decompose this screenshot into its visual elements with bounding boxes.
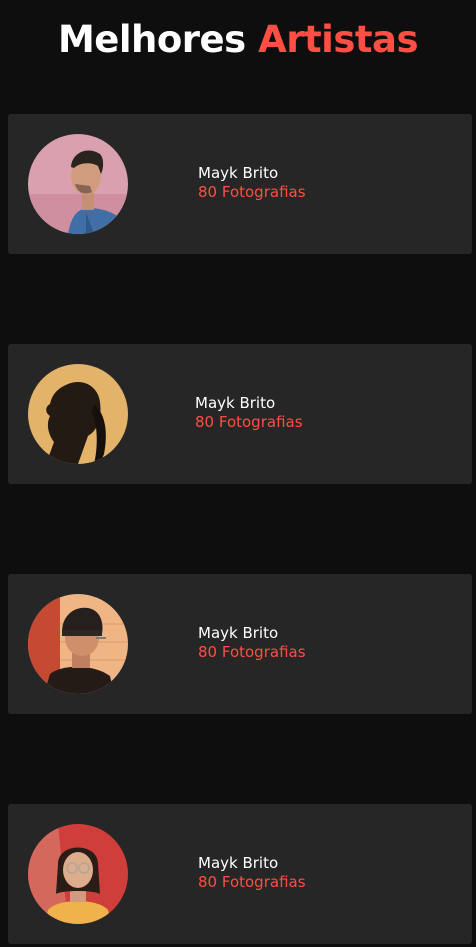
artist-avatar <box>28 824 128 924</box>
page-title: Melhores Artistas <box>0 16 476 64</box>
artist-photo-count: 80 Fotografias <box>195 413 303 431</box>
artist-info: Mayk Brito 80 Fotografias <box>198 164 306 202</box>
portrait-man-beanie <box>28 594 128 694</box>
artist-photo-count: 80 Fotografias <box>198 183 306 201</box>
artist-name: Mayk Brito <box>198 854 279 872</box>
artist-avatar <box>28 594 128 694</box>
artist-avatar <box>28 364 128 464</box>
artist-name: Mayk Brito <box>198 624 279 642</box>
portrait-man-denim <box>28 134 128 234</box>
artist-card[interactable]: Mayk Brito 80 Fotografias <box>8 574 472 714</box>
title-accent: Artistas <box>258 18 419 61</box>
artist-photo-count: 80 Fotografias <box>198 873 306 891</box>
artist-name: Mayk Brito <box>195 394 276 412</box>
artist-info: Mayk Brito 80 Fotografias <box>198 624 306 662</box>
artist-card[interactable]: Mayk Brito 80 Fotografias <box>8 114 472 254</box>
artist-name: Mayk Brito <box>198 164 279 182</box>
artist-avatar <box>28 134 128 234</box>
artist-info: Mayk Brito 80 Fotografias <box>198 854 306 892</box>
portrait-woman-profile <box>28 364 128 464</box>
artist-info: Mayk Brito 80 Fotografias <box>195 394 303 432</box>
artist-card[interactable]: Mayk Brito 80 Fotografias <box>8 344 472 484</box>
portrait-woman-glasses <box>28 824 128 924</box>
artist-card[interactable]: Mayk Brito 80 Fotografias <box>8 804 472 944</box>
title-main: Melhores <box>57 18 246 61</box>
artist-photo-count: 80 Fotografias <box>198 643 306 661</box>
